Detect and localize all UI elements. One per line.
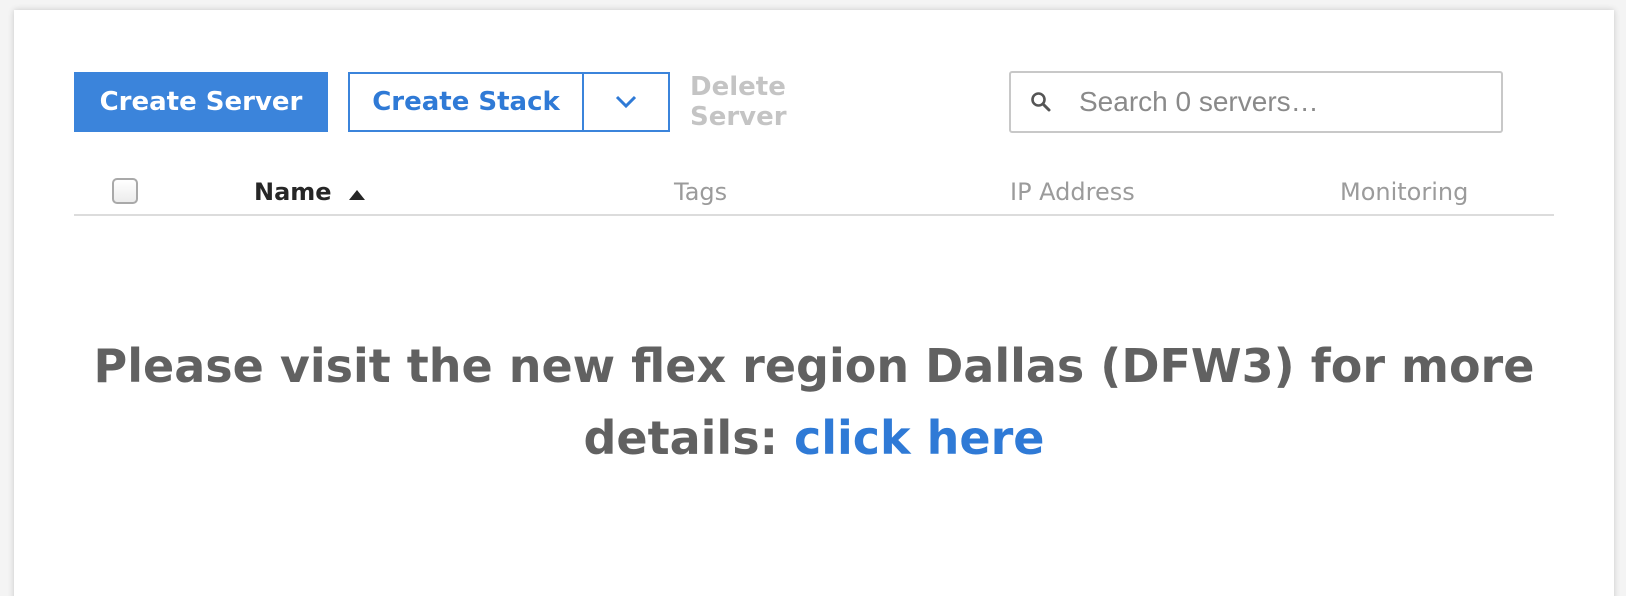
table-header: Name Tags IP Address Monitoring xyxy=(74,170,1554,216)
search-icon xyxy=(1011,90,1071,114)
column-header-name-label: Name xyxy=(254,178,332,206)
create-stack-dropdown-button[interactable] xyxy=(582,72,670,132)
create-stack-button[interactable]: Create Stack xyxy=(348,72,584,132)
column-header-ip-address[interactable]: IP Address xyxy=(1010,178,1135,206)
search-input[interactable] xyxy=(1071,73,1501,131)
toolbar: Create Server Create Stack Delete Server xyxy=(14,10,1614,150)
search-box[interactable] xyxy=(1009,71,1503,133)
column-header-tags: Tags xyxy=(674,178,728,206)
sort-ascending-icon xyxy=(348,179,366,207)
page: Create Server Create Stack Delete Server xyxy=(0,0,1626,596)
delete-server-button[interactable]: Delete Server xyxy=(690,72,890,132)
column-header-name[interactable]: Name xyxy=(254,178,366,207)
servers-panel: Create Server Create Stack Delete Server xyxy=(14,10,1614,596)
column-header-monitoring[interactable]: Monitoring xyxy=(1340,178,1468,206)
chevron-down-icon xyxy=(615,95,637,109)
select-all-checkbox[interactable] xyxy=(112,178,138,204)
empty-state-notice: Please visit the new flex region Dallas … xyxy=(74,330,1554,474)
create-server-button[interactable]: Create Server xyxy=(74,72,328,132)
click-here-link[interactable]: click here xyxy=(794,411,1045,465)
